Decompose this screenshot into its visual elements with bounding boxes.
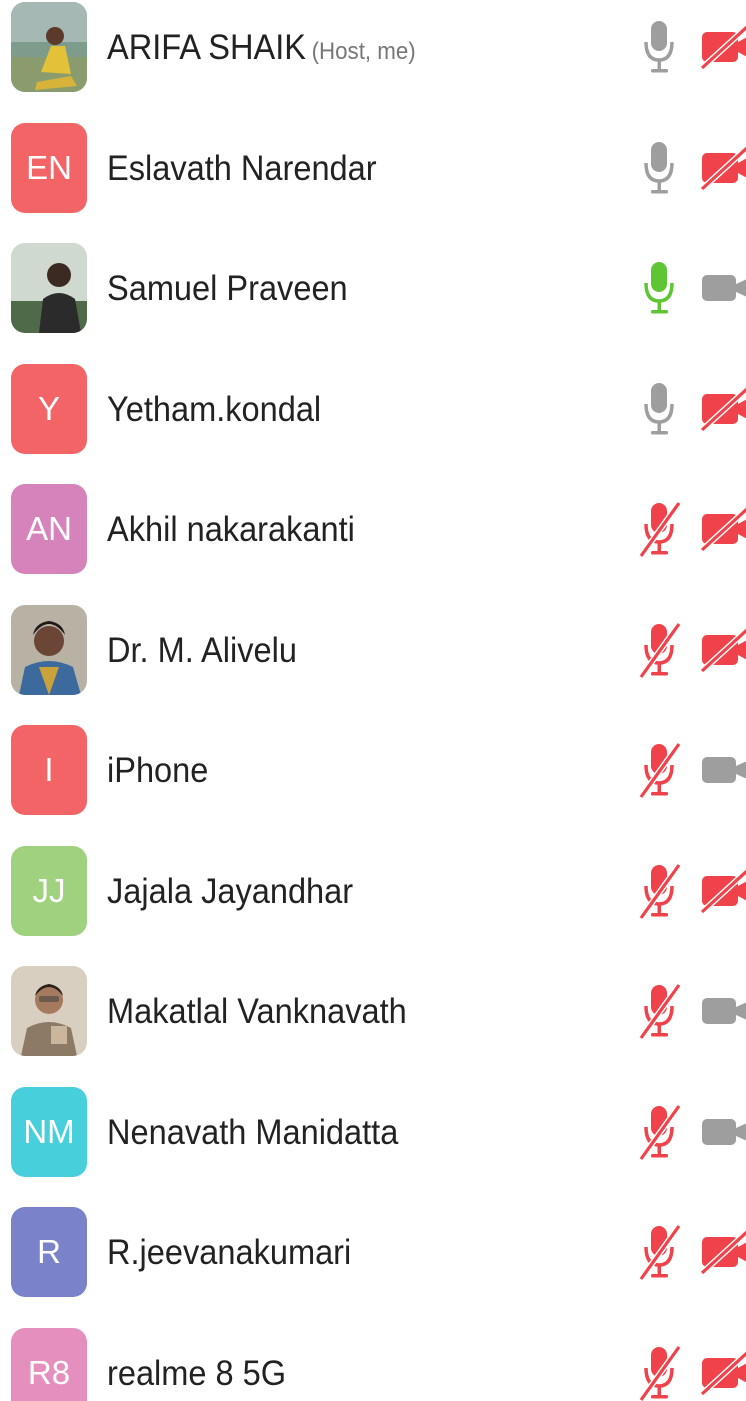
- video-camera-off-icon[interactable]: [699, 144, 746, 191]
- participant-role: (Host, me): [311, 38, 416, 65]
- participant-row[interactable]: R8 realme 8 5G: [0, 1327, 746, 1401]
- avatar-initials: AN: [26, 510, 72, 547]
- microphone-icon[interactable]: [638, 18, 682, 76]
- participant-name-text: Nenavath Manidatta: [107, 1112, 399, 1152]
- avatar-initials: Y: [37, 389, 60, 427]
- participant-name-text: Makatlal Vanknavath: [107, 992, 407, 1031]
- avatar: I: [11, 725, 87, 815]
- avatar: [11, 604, 87, 695]
- participant-name-text: ARIFA SHAIK: [107, 28, 306, 67]
- participant-name: realme 8 5G: [107, 1354, 286, 1394]
- participant-row[interactable]: Samuel Praveen: [0, 243, 746, 363]
- participant-list: ARIFA SHAIK (Host, me) EN Eslavath Narendar…: [0, 0, 746, 1401]
- participant-name-text: Eslavath Narendar: [107, 148, 377, 188]
- microphone-icon[interactable]: [638, 139, 682, 197]
- video-camera-icon[interactable]: [700, 747, 746, 793]
- video-camera-icon[interactable]: [700, 265, 746, 311]
- participant-name: Dr. M. Alivelu: [107, 631, 297, 671]
- participant-name-text: Akhil nakarakanti: [107, 510, 355, 549]
- participant-row[interactable]: AN Akhil nakarakanti: [0, 484, 746, 604]
- avatar: [11, 243, 87, 333]
- participant-name: Samuel Praveen: [107, 269, 348, 309]
- video-camera-off-icon[interactable]: [699, 385, 746, 432]
- microphone-muted-icon[interactable]: [638, 1344, 682, 1401]
- participant-row[interactable]: IiPhone: [0, 725, 746, 845]
- microphone-muted-icon[interactable]: [638, 621, 682, 679]
- microphone-icon[interactable]: [638, 259, 682, 317]
- participant-name-text: Samuel Praveen: [107, 269, 348, 308]
- microphone-muted-icon[interactable]: [638, 500, 682, 558]
- avatar: R: [11, 1207, 87, 1297]
- participant-name-text: Jajala Jayandhar: [107, 871, 354, 911]
- participant-name: Eslavath Narendar: [107, 149, 377, 189]
- participant-name: Makatlal Vanknavath: [107, 992, 407, 1032]
- participant-name: Jajala Jayandhar: [107, 872, 353, 912]
- participant-name-text: iPhone: [107, 751, 209, 790]
- video-camera-off-icon[interactable]: [699, 505, 746, 553]
- participant-row[interactable]: R R.jeevanakumari: [0, 1207, 746, 1327]
- avatar-initials: R: [37, 1233, 61, 1270]
- avatar-initials: R8: [27, 1353, 71, 1391]
- avatar: NM: [11, 1086, 87, 1177]
- participant-name: Akhil nakarakanti: [107, 510, 355, 550]
- avatar: Y: [11, 363, 87, 454]
- video-camera-off-icon[interactable]: [699, 23, 746, 71]
- participant-name-text: R.jeevanakumari: [107, 1233, 352, 1272]
- avatar-initials: JJ: [32, 871, 66, 909]
- participant-name-text: Yetham.kondal: [107, 389, 322, 429]
- participant-name: R.jeevanakumari: [107, 1233, 351, 1273]
- participant-name: Nenavath Manidatta: [107, 1113, 398, 1153]
- microphone-muted-icon[interactable]: [638, 1223, 682, 1281]
- participant-name: Yetham.kondal: [107, 390, 321, 430]
- participant-row[interactable]: Dr. M. Alivelu: [0, 604, 746, 725]
- avatar: R8: [11, 1327, 87, 1401]
- video-camera-icon[interactable]: [700, 1109, 746, 1155]
- video-camera-off-icon[interactable]: [699, 867, 746, 914]
- microphone-muted-icon[interactable]: [638, 1103, 682, 1161]
- participant-name-text: realme 8 5G: [107, 1353, 287, 1393]
- microphone-muted-icon[interactable]: [638, 982, 682, 1040]
- avatar-initials: I: [44, 751, 54, 788]
- avatar-initials: NM: [23, 1112, 75, 1150]
- participant-row[interactable]: NM Nenavath Manidatta: [0, 1086, 746, 1207]
- avatar: [11, 966, 87, 1056]
- video-camera-icon[interactable]: [700, 988, 746, 1034]
- avatar: [11, 2, 87, 92]
- avatar: JJ: [11, 845, 87, 936]
- avatar-initials: EN: [26, 148, 72, 186]
- microphone-muted-icon[interactable]: [638, 862, 682, 920]
- participant-row[interactable]: ARIFA SHAIK (Host, me): [0, 2, 746, 122]
- video-camera-off-icon[interactable]: [699, 626, 746, 673]
- avatar: AN: [11, 484, 87, 574]
- video-camera-off-icon[interactable]: [699, 1228, 746, 1276]
- participant-row[interactable]: Makatlal Vanknavath: [0, 966, 746, 1086]
- video-camera-off-icon[interactable]: [699, 1349, 746, 1396]
- participant-row[interactable]: Y Yetham.kondal: [0, 363, 746, 484]
- participant-name: iPhone: [107, 751, 208, 791]
- participant-name-text: Dr. M. Alivelu: [107, 630, 297, 670]
- participant-row[interactable]: JJ Jajala Jayandhar: [0, 845, 746, 966]
- microphone-muted-icon[interactable]: [638, 741, 682, 799]
- microphone-icon[interactable]: [638, 380, 682, 438]
- participant-row[interactable]: EN Eslavath Narendar: [0, 122, 746, 243]
- participant-name: ARIFA SHAIK (Host, me): [107, 28, 416, 68]
- avatar: EN: [11, 122, 87, 213]
